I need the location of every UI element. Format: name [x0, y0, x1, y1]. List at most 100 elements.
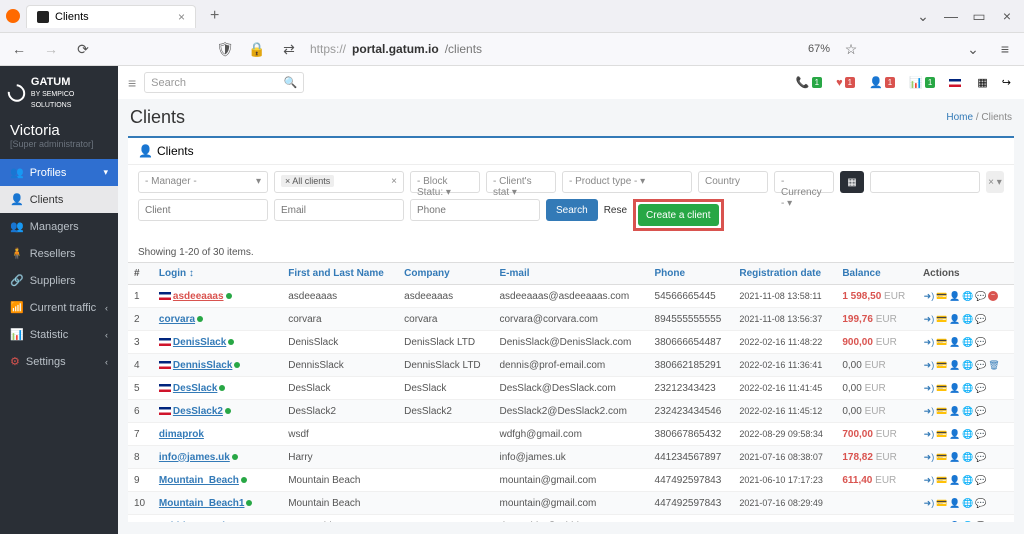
action-user-icon[interactable]: 👤	[949, 336, 961, 348]
action-chat-icon[interactable]: 💬	[975, 336, 987, 348]
action-globe-icon[interactable]: 🌐	[962, 359, 974, 371]
filter-client-input[interactable]	[138, 199, 268, 221]
window-minimize-icon[interactable]: —	[940, 8, 962, 24]
action-globe-icon[interactable]: 🌐	[962, 313, 974, 325]
login-link[interactable]: Orhid_magazine	[159, 521, 237, 523]
action-chat-icon[interactable]: 💬	[975, 313, 987, 325]
action-card-icon[interactable]: 💳	[936, 474, 948, 486]
action-delete-icon[interactable]: −	[988, 291, 998, 301]
action-login-icon[interactable]: ➜)	[923, 451, 935, 463]
filter-client-stat[interactable]: - Client's stat ▾	[486, 171, 556, 193]
action-chat-icon[interactable]: 💬	[975, 359, 987, 371]
col-phone[interactable]: Phone	[649, 263, 734, 285]
new-tab-button[interactable]: +	[202, 5, 227, 27]
filter-block-status[interactable]: - Block Statu: ▾	[410, 171, 480, 193]
col-company[interactable]: Company	[398, 263, 493, 285]
filter-product-type[interactable]: - Product type - ▾	[562, 171, 692, 193]
action-chat-icon[interactable]: 💬	[975, 405, 987, 417]
notif-chart[interactable]: 📊1	[906, 76, 938, 89]
lang-flag[interactable]	[946, 79, 966, 87]
action-globe-icon[interactable]: 🌐	[962, 382, 974, 394]
reset-button[interactable]: Rese	[604, 199, 627, 221]
login-link[interactable]: DesSlack2	[173, 406, 223, 417]
action-login-icon[interactable]: ➜)	[923, 520, 935, 522]
action-card-icon[interactable]: 💳	[936, 497, 948, 509]
action-login-icon[interactable]: ➜)	[923, 290, 935, 302]
action-card-icon[interactable]: 💳	[936, 405, 948, 417]
action-card-icon[interactable]: 💳	[936, 451, 948, 463]
action-chat-icon[interactable]: 💬	[975, 520, 987, 522]
grid-icon[interactable]: ▦	[974, 76, 990, 89]
action-globe-icon[interactable]: 🌐	[962, 428, 974, 440]
action-user-icon[interactable]: 👤	[949, 359, 961, 371]
hamburger-icon[interactable]: ≡	[128, 75, 136, 91]
action-globe-icon[interactable]: 🌐	[962, 451, 974, 463]
action-chat-icon[interactable]: 💬	[975, 290, 987, 302]
action-user-icon[interactable]: 👤	[949, 520, 961, 522]
global-search[interactable]: Search🔍	[144, 72, 304, 93]
action-login-icon[interactable]: ➜)	[923, 313, 935, 325]
login-link[interactable]: info@james.uk	[159, 452, 230, 463]
action-user-icon[interactable]: 👤	[949, 290, 961, 302]
create-client-button[interactable]: Create a client	[638, 204, 718, 226]
action-chat-icon[interactable]: 💬	[975, 497, 987, 509]
sidebar-item-resellers[interactable]: 🧍Resellers	[0, 240, 118, 267]
filter-phone-input[interactable]	[410, 199, 540, 221]
action-globe-icon[interactable]: 🌐	[962, 405, 974, 417]
filter-all-clients[interactable]: × All clients ×	[274, 171, 404, 193]
action-login-icon[interactable]: ➜)	[923, 359, 935, 371]
action-user-icon[interactable]: 👤	[949, 313, 961, 325]
login-link[interactable]: corvara	[159, 314, 195, 325]
col-email[interactable]: E-mail	[494, 263, 649, 285]
action-globe-icon[interactable]: 🌐	[962, 336, 974, 348]
filter-manager[interactable]: - Manager - ▾	[138, 171, 268, 193]
login-link[interactable]: asdeeaaas	[173, 291, 224, 302]
forward-button[interactable]: →	[40, 41, 62, 57]
crumb-home[interactable]: Home	[946, 112, 973, 123]
action-login-icon[interactable]: ➜)	[923, 497, 935, 509]
close-tab-icon[interactable]: ×	[178, 10, 185, 24]
action-user-icon[interactable]: 👤	[949, 474, 961, 486]
calendar-icon[interactable]: ▦	[840, 171, 864, 193]
action-globe-icon[interactable]: 🌐	[962, 290, 974, 302]
action-login-icon[interactable]: ➜)	[923, 474, 935, 486]
action-chat-icon[interactable]: 💬	[975, 451, 987, 463]
logout-icon[interactable]: ↪	[999, 76, 1014, 89]
action-card-icon[interactable]: 💳	[936, 428, 948, 440]
action-login-icon[interactable]: ➜)	[923, 405, 935, 417]
shield-icon[interactable]: 🛡	[214, 41, 236, 58]
filter-date[interactable]	[870, 171, 980, 193]
filter-email-input[interactable]	[274, 199, 404, 221]
action-login-icon[interactable]: ➜)	[923, 336, 935, 348]
window-restore-icon[interactable]: ▭	[968, 8, 990, 25]
action-user-icon[interactable]: 👤	[949, 451, 961, 463]
col-balance[interactable]: Balance	[836, 263, 917, 285]
action-login-icon[interactable]: ➜)	[923, 428, 935, 440]
login-link[interactable]: dimaprok	[159, 429, 204, 440]
action-user-icon[interactable]: 👤	[949, 428, 961, 440]
notif-user[interactable]: 👤1	[866, 76, 898, 89]
menu-icon[interactable]: ≡	[994, 41, 1016, 57]
browser-tab[interactable]: Clients ×	[26, 5, 196, 28]
address-bar[interactable]: https://portal.gatum.io/clients	[310, 42, 798, 56]
search-button[interactable]: Search	[546, 199, 598, 221]
action-globe-icon[interactable]: 🌐	[962, 520, 974, 522]
action-user-icon[interactable]: 👤	[949, 405, 961, 417]
sidebar-item-statistic[interactable]: 📊Statistic‹	[0, 321, 118, 348]
permissions-icon[interactable]: ⇄	[278, 41, 300, 58]
action-card-icon[interactable]: 💳	[936, 313, 948, 325]
login-link[interactable]: DesSlack	[173, 383, 217, 394]
login-link[interactable]: Mountain_Beach	[159, 475, 239, 486]
sidebar-item-clients[interactable]: 👤Clients	[0, 186, 118, 213]
sidebar-item-current-traffic[interactable]: 📶Current traffic‹	[0, 294, 118, 321]
pocket-icon[interactable]: ⌄	[962, 41, 984, 58]
action-globe-icon[interactable]: 🌐	[962, 474, 974, 486]
filter-currency[interactable]: - Currency - ▾	[774, 171, 834, 193]
action-chat-icon[interactable]: 💬	[975, 474, 987, 486]
action-card-icon[interactable]: 💳	[936, 359, 948, 371]
action-login-icon[interactable]: ➜)	[923, 382, 935, 394]
login-link[interactable]: Mountain_Beach1	[159, 498, 245, 509]
back-button[interactable]: ←	[8, 41, 30, 57]
action-card-icon[interactable]: 💳	[936, 382, 948, 394]
col-name[interactable]: First and Last Name	[282, 263, 398, 285]
